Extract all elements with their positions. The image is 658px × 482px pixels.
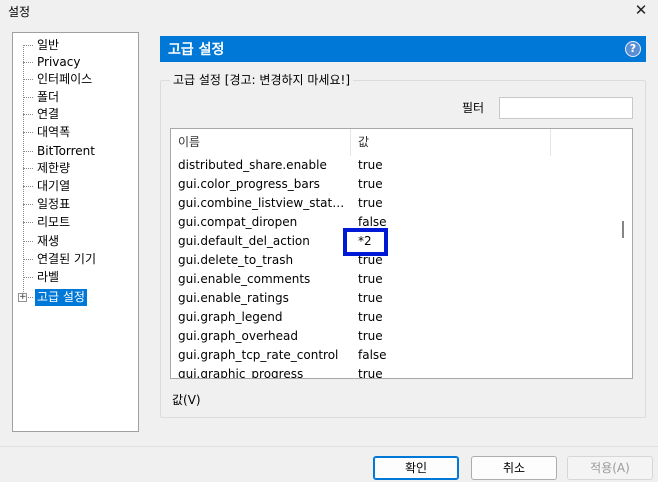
- setting-value: true: [358, 158, 383, 172]
- apply-button[interactable]: 적용(A): [567, 456, 653, 480]
- list-item[interactable]: gui.graph_overhead true: [171, 327, 616, 346]
- list-item[interactable]: gui.enable_ratings true: [171, 289, 616, 308]
- list-item[interactable]: gui.compat_diropen false: [171, 213, 616, 232]
- tree-item-remote[interactable]: 리모트: [23, 214, 133, 231]
- setting-name: gui.graph_legend: [178, 310, 283, 324]
- column-header-value[interactable]: 값: [351, 129, 551, 156]
- list-item[interactable]: gui.default_del_action *2: [171, 232, 616, 251]
- highlight-annotation: [343, 228, 388, 256]
- tree-item-bandwidth[interactable]: 대역폭: [23, 124, 133, 141]
- setting-name: distributed_share.enable: [178, 158, 327, 172]
- setting-name: gui.graph_overhead: [178, 329, 299, 343]
- column-header-name[interactable]: 이름: [171, 129, 351, 156]
- tree-item-queueing[interactable]: 대기열: [23, 178, 133, 195]
- setting-value: true: [358, 177, 383, 191]
- tree-item-label: 고급 설정: [35, 289, 87, 306]
- expand-icon[interactable]: +: [18, 293, 27, 302]
- tree-item-label: 리모트: [37, 215, 71, 229]
- setting-value: true: [358, 310, 383, 324]
- button-bar: [0, 446, 658, 482]
- tree-item-general[interactable]: 일반: [23, 37, 133, 54]
- setting-name: gui.combine_listview_status_d...: [178, 196, 350, 210]
- setting-value: false: [358, 348, 387, 362]
- ok-button[interactable]: 확인: [373, 456, 459, 480]
- help-icon[interactable]: ?: [625, 41, 641, 57]
- setting-value: true: [358, 196, 383, 210]
- value-field-label: 값(V): [172, 393, 201, 407]
- tree-item-scheduler[interactable]: 일정표: [23, 196, 133, 213]
- list-item[interactable]: gui.graph_legend true: [171, 308, 616, 327]
- tree-item-label: 대기열: [37, 179, 71, 193]
- tree-item-interface[interactable]: 인터페이스: [23, 71, 133, 88]
- tree-item-label: 연결된 기기: [37, 252, 97, 266]
- setting-name: gui.enable_ratings: [178, 291, 289, 305]
- tree-item-transfer-cap[interactable]: 제한량: [23, 160, 133, 177]
- scrollbar-thumb[interactable]: [622, 221, 624, 238]
- tree-item-privacy[interactable]: Privacy: [23, 54, 133, 71]
- page-title: 고급 설정: [168, 42, 225, 58]
- tree-item-labels[interactable]: 라벨: [23, 269, 133, 286]
- setting-name: gui.color_progress_bars: [178, 177, 320, 191]
- list-item[interactable]: gui.enable_comments true: [171, 270, 616, 289]
- window-title: 설정: [8, 5, 31, 19]
- settings-tree: 일반 Privacy 인터페이스 폴더 연결 대역폭 BitTorrent 제한…: [12, 32, 139, 432]
- list-item[interactable]: distributed_share.enable true: [171, 156, 616, 175]
- tree-item-connection[interactable]: 연결: [23, 106, 133, 123]
- tree-item-label: 대역폭: [37, 125, 71, 139]
- list-item[interactable]: gui.delete_to_trash true: [171, 251, 616, 270]
- setting-name: gui.delete_to_trash: [178, 253, 294, 267]
- tree-item-label: 제한량: [37, 161, 71, 175]
- filter-input[interactable]: [499, 97, 633, 119]
- settings-list[interactable]: 이름 값 distributed_share.enable true gui.co…: [170, 128, 633, 379]
- setting-value: true: [358, 291, 383, 305]
- tree-item-bittorrent[interactable]: BitTorrent: [23, 143, 133, 160]
- setting-value: true: [358, 367, 383, 379]
- filter-label: 필터: [462, 101, 485, 115]
- list-item[interactable]: gui.graphic_progress true: [171, 365, 616, 379]
- tree-item-label: Privacy: [37, 55, 81, 69]
- setting-name: gui.compat_diropen: [178, 215, 298, 229]
- tree-item-label: 일반: [37, 38, 60, 52]
- tree-item-label: 일정표: [37, 197, 71, 211]
- tree-item-label: 재생: [37, 234, 60, 248]
- list-item[interactable]: gui.combine_listview_status_d... true: [171, 194, 616, 213]
- list-scrollbar[interactable]: [615, 129, 632, 378]
- tree-item-label: 라벨: [37, 270, 60, 284]
- setting-value: true: [358, 329, 383, 343]
- setting-name: gui.graph_tcp_rate_control: [178, 348, 339, 362]
- tree-item-label: 폴더: [37, 90, 60, 104]
- setting-name: gui.graphic_progress: [178, 367, 304, 379]
- group-title: 고급 설정 [경고: 변경하지 마세요!]: [170, 71, 353, 88]
- tree-item-advanced[interactable]: 고급 설정: [23, 289, 133, 306]
- list-item[interactable]: gui.color_progress_bars true: [171, 175, 616, 194]
- cancel-button[interactable]: 취소: [471, 456, 557, 480]
- title-bar: 설정 ✕: [0, 0, 658, 24]
- setting-name: gui.enable_comments: [178, 272, 311, 286]
- tree-item-label: BitTorrent: [37, 144, 95, 158]
- close-icon[interactable]: ✕: [632, 1, 650, 19]
- tree-item-playback[interactable]: 재생: [23, 233, 133, 250]
- tree-item-folders[interactable]: 폴더: [23, 89, 133, 106]
- tree-item-label: 연결: [37, 107, 60, 121]
- tree-item-paired-devices[interactable]: 연결된 기기: [23, 251, 133, 268]
- setting-name: gui.default_del_action: [178, 234, 310, 248]
- tree-item-label: 인터페이스: [37, 72, 93, 86]
- list-item[interactable]: gui.graph_tcp_rate_control false: [171, 346, 616, 365]
- setting-value: true: [358, 272, 383, 286]
- panel-header: 고급 설정 ?: [160, 36, 646, 62]
